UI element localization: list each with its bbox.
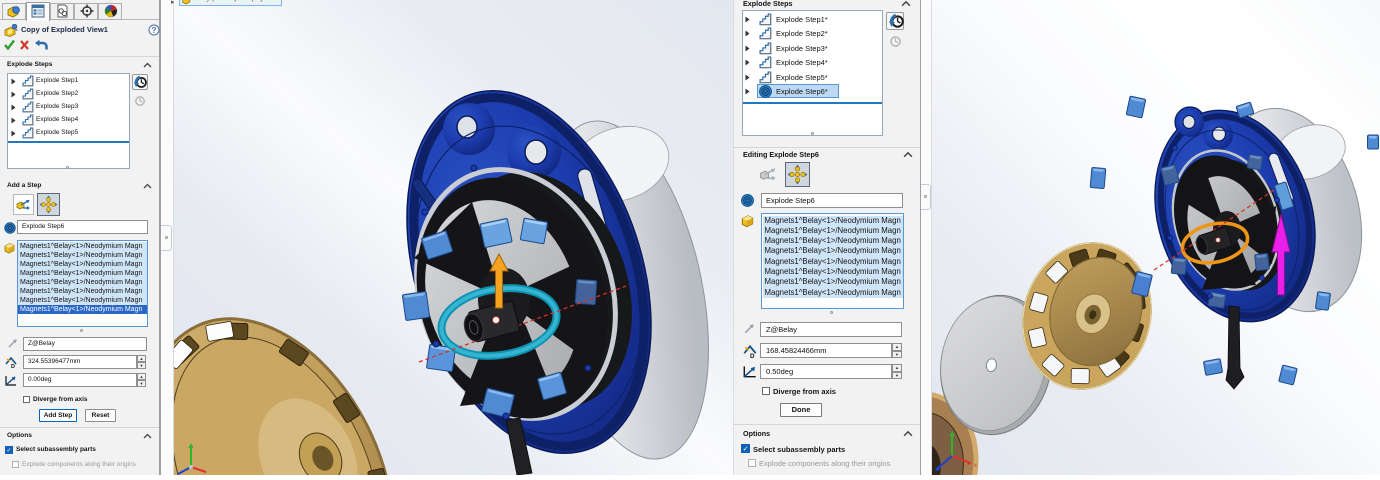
svg-text:D: D xyxy=(11,364,15,369)
svg-text:x: x xyxy=(974,463,977,469)
svg-text:?: ? xyxy=(152,26,157,35)
svg-text:D: D xyxy=(750,353,755,359)
